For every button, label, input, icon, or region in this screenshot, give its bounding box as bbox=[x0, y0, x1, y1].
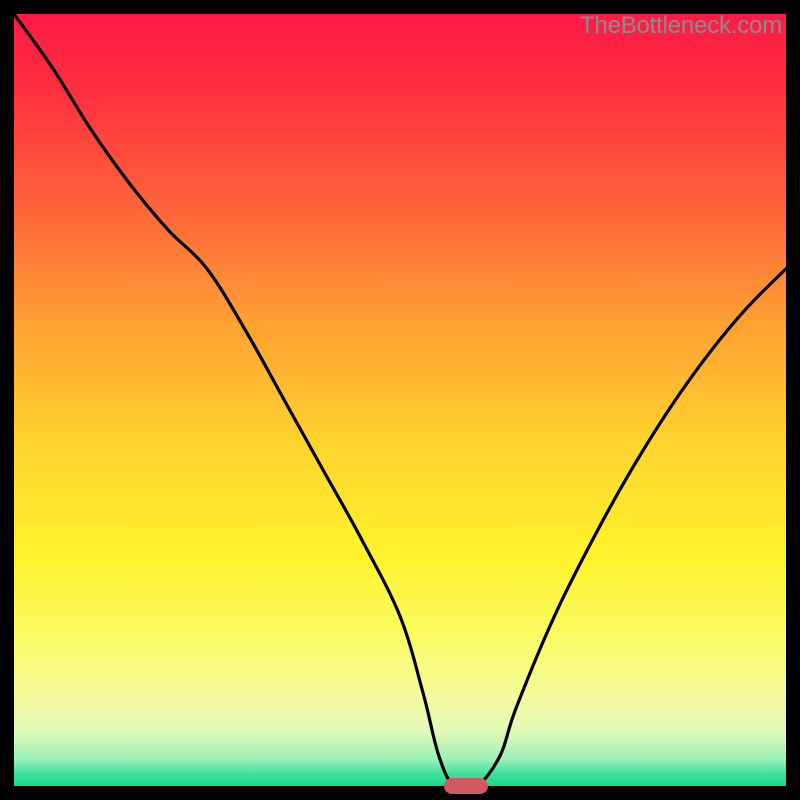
watermark-text: TheBottleneck.com bbox=[580, 12, 782, 40]
chart-frame: TheBottleneck.com bbox=[14, 14, 786, 786]
bottleneck-curve bbox=[14, 14, 786, 786]
optimal-marker bbox=[444, 778, 488, 794]
